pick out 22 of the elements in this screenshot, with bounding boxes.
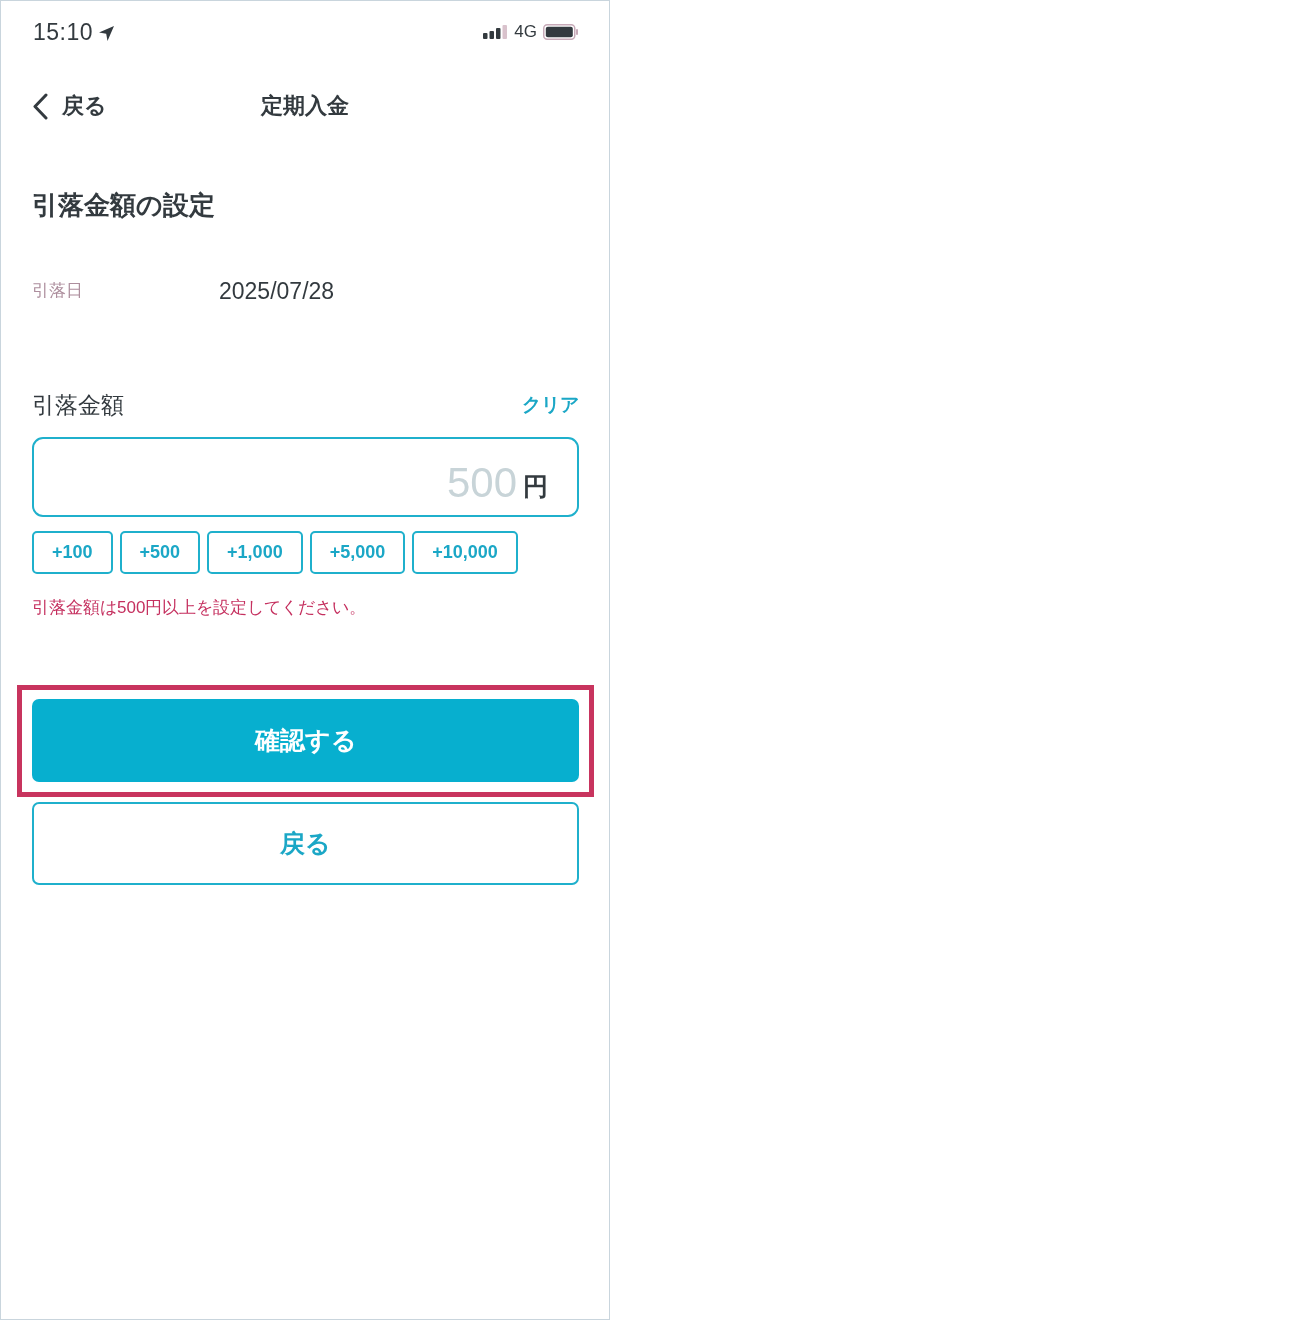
chevron-left-icon — [32, 92, 48, 120]
add-amount-button[interactable]: +10,000 — [412, 531, 518, 574]
section-heading: 引落金額の設定 — [32, 189, 216, 222]
battery-icon — [543, 23, 578, 40]
confirm-button[interactable]: 確認する — [32, 699, 579, 782]
date-value: 2025/07/28 — [219, 277, 335, 306]
back-button[interactable]: 戻る — [32, 92, 107, 120]
error-message: 引落金額は500円以上を設定してください。 — [32, 597, 368, 619]
clear-button[interactable]: クリア — [522, 393, 579, 417]
add-amount-button[interactable]: +5,000 — [309, 531, 406, 574]
currency-unit: 円 — [523, 471, 548, 501]
add-amount-button[interactable]: +1,000 — [207, 531, 303, 574]
back-action-button[interactable]: 戻る — [32, 802, 579, 885]
page-title: 定期入金 — [261, 92, 349, 120]
add-amount-button[interactable]: +500 — [119, 531, 201, 574]
location-arrow-icon — [99, 25, 115, 41]
amount-label: 引落金額 — [32, 391, 124, 420]
date-label: 引落日 — [32, 280, 84, 302]
add-amount-button[interactable]: +100 — [32, 531, 113, 574]
network-label: 4G — [514, 21, 537, 42]
signal-icon — [483, 24, 509, 39]
status-time: 15:10 — [33, 17, 94, 46]
